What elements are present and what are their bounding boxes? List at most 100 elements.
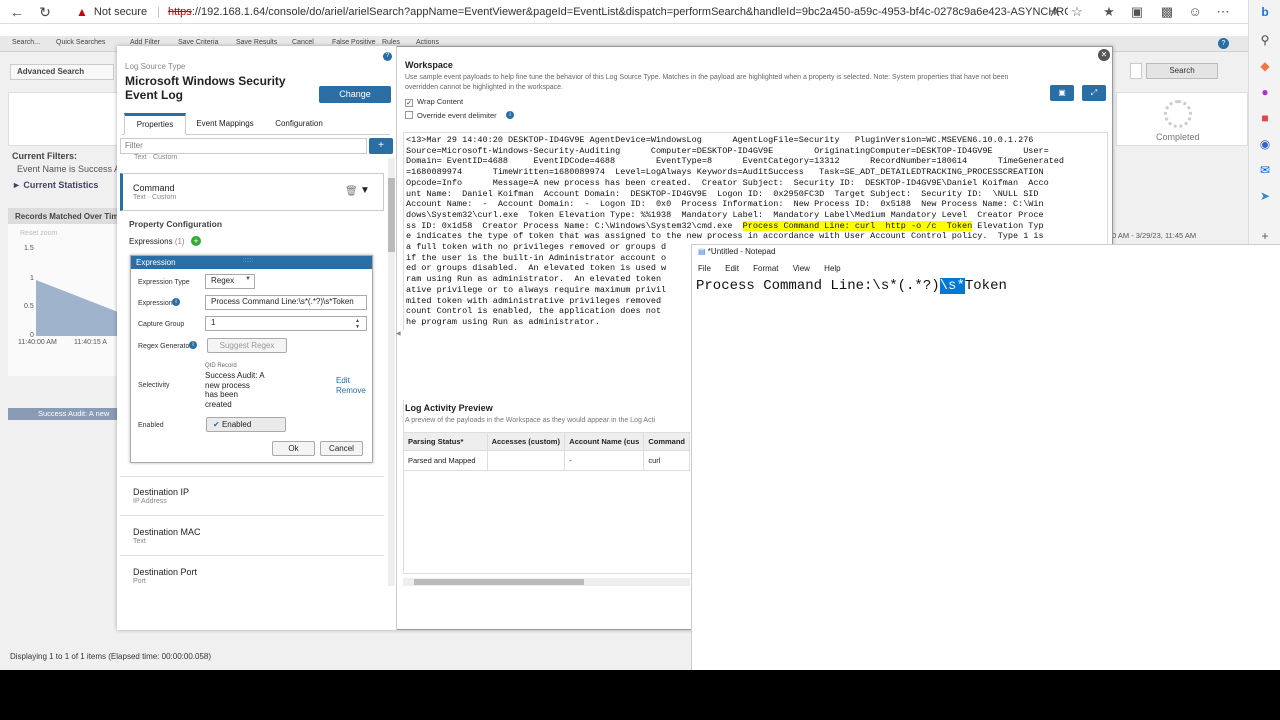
- table-cell: [486, 450, 566, 471]
- help-icon[interactable]: ?: [383, 52, 392, 61]
- favorites-icon[interactable]: ★: [1100, 3, 1118, 21]
- expand-icon[interactable]: ⤢: [1082, 85, 1106, 101]
- time-range[interactable]: 0 AM - 3/29/23, 11:45 AM: [1112, 231, 1196, 240]
- bing-icon[interactable]: b: [1257, 4, 1273, 20]
- table-cell: Parsed and Mapped: [403, 450, 488, 471]
- tab-configuration[interactable]: Configuration: [266, 113, 332, 135]
- property-name[interactable]: Destination IP: [133, 487, 189, 497]
- table-row[interactable]: Parsed and Mapped - curl: [403, 450, 690, 471]
- toolbar-item-cancel[interactable]: Cancel: [292, 39, 314, 46]
- collections-icon[interactable]: ▣: [1128, 3, 1146, 21]
- menu-file[interactable]: File: [698, 264, 711, 273]
- log-source-type-name: Microsoft Windows Security Event Log: [125, 74, 286, 102]
- notepad-title-text: *Untitled - Notepad: [707, 247, 776, 256]
- drag-handle[interactable]: ::::::: [243, 258, 253, 264]
- payload-bottom-mask: [402, 390, 691, 400]
- help-icon[interactable]: ?: [1218, 38, 1229, 49]
- menu-format[interactable]: Format: [753, 264, 778, 273]
- change-button[interactable]: Change: [319, 86, 391, 103]
- workspace-description: Use sample event payloads to help fine t…: [405, 74, 1009, 91]
- toolbar-item-search[interactable]: Search...: [12, 39, 40, 46]
- search-icon[interactable]: ⚲: [1257, 32, 1273, 48]
- extension-icon[interactable]: ▩: [1158, 3, 1176, 21]
- notepad-selection: \s*: [939, 278, 965, 294]
- current-statistics-toggle[interactable]: ► Current Statistics: [12, 180, 98, 190]
- profile-icon[interactable]: ☺: [1186, 3, 1204, 21]
- edit-link[interactable]: Edit: [336, 376, 350, 385]
- payload-highlight: Process Command Line: curl http -o /c To…: [742, 220, 973, 231]
- url-field[interactable]: ▲ Not secure | https ://192.168.1.64/con…: [68, 2, 1068, 22]
- column-header[interactable]: Command: [643, 432, 690, 451]
- menu-edit[interactable]: Edit: [725, 264, 739, 273]
- menu-view[interactable]: View: [793, 264, 810, 273]
- refresh-icon[interactable]: ↻: [36, 3, 54, 21]
- warning-icon: ▲: [76, 5, 88, 19]
- tab-event-mappings[interactable]: Event Mappings: [190, 113, 260, 135]
- url-text: ://192.168.1.64/console/do/ariel/arielSe…: [191, 6, 1068, 18]
- payload-scrollbar-thumb[interactable]: [414, 579, 584, 585]
- suggest-regex-button[interactable]: Suggest Regex: [207, 338, 287, 353]
- notepad-text-area[interactable]: Process Command Line:\s*(.*?)\s*Token: [696, 278, 1007, 294]
- expression-input[interactable]: Process Command Line:\s*(.*?)\s*Token: [205, 295, 367, 310]
- office-icon[interactable]: ◉: [1257, 136, 1273, 152]
- more-icon[interactable]: ⋯: [1214, 3, 1232, 21]
- property-subtitle: Text · Custom: [134, 154, 178, 161]
- toolbar-item-actions[interactable]: Actions: [416, 39, 439, 46]
- menu-help[interactable]: Help: [824, 264, 840, 273]
- favorite-add-icon[interactable]: ☆: [1068, 3, 1086, 21]
- shopping-icon[interactable]: ◆: [1257, 58, 1273, 74]
- splitter-icon[interactable]: ◀: [396, 330, 401, 337]
- table-cell: curl: [643, 450, 690, 471]
- stepper-icon[interactable]: ▲ ▼: [355, 318, 360, 330]
- log-activity-preview-table: Parsing Status* Accesses (custom) Accoun…: [403, 432, 690, 471]
- close-icon[interactable]: ✕: [1098, 49, 1110, 61]
- search-field-edge[interactable]: [1130, 63, 1142, 79]
- column-header[interactable]: Parsing Status*: [403, 432, 488, 451]
- y-tick: 0.5: [24, 303, 34, 310]
- toolbar-item-save-criteria[interactable]: Save Criteria: [178, 39, 218, 46]
- column-header[interactable]: Accesses (custom): [486, 432, 566, 451]
- toolbar-item-rules[interactable]: Rules: [382, 39, 400, 46]
- info-icon[interactable]: i: [506, 111, 514, 119]
- games-icon[interactable]: ■: [1257, 110, 1273, 126]
- cancel-button[interactable]: Cancel: [320, 441, 363, 456]
- outlook-icon[interactable]: ✉: [1257, 162, 1273, 178]
- reset-zoom-link[interactable]: Reset zoom: [20, 230, 57, 237]
- tools-icon[interactable]: ●: [1257, 84, 1273, 100]
- toolbar-item-save-results[interactable]: Save Results: [236, 39, 277, 46]
- properties-scrollbar-thumb[interactable]: [388, 178, 395, 252]
- info-icon[interactable]: i: [172, 298, 180, 306]
- toolbar-item-quick-searches[interactable]: Quick Searches: [56, 39, 105, 46]
- advanced-search-dropdown[interactable]: Advanced Search: [10, 64, 114, 80]
- tab-properties[interactable]: Properties: [124, 113, 186, 135]
- add-expression-icon[interactable]: +: [191, 236, 201, 246]
- ok-button[interactable]: Ok: [272, 441, 315, 456]
- chevron-down-icon[interactable]: ▼: [360, 185, 370, 196]
- send-icon[interactable]: ➤: [1257, 188, 1273, 204]
- capture-group-input[interactable]: 1: [205, 316, 367, 331]
- back-icon[interactable]: ←: [8, 3, 26, 21]
- column-header[interactable]: Account Name (cus: [564, 432, 645, 451]
- filter-input[interactable]: Filter: [120, 138, 367, 154]
- property-tabs: Properties Event Mappings Configuration: [122, 113, 390, 135]
- toolbar-item-add-filter[interactable]: Add Filter: [130, 39, 160, 46]
- expressions-label: Expressions (1): [129, 237, 185, 246]
- remove-link[interactable]: Remove: [336, 386, 366, 395]
- search-panel: [8, 92, 118, 146]
- info-icon[interactable]: i: [189, 341, 197, 349]
- property-name[interactable]: Destination Port: [133, 567, 197, 577]
- search-button[interactable]: Search: [1146, 63, 1218, 79]
- enabled-toggle[interactable]: ✔ Enabled: [206, 417, 286, 432]
- lock-icon[interactable]: ▣: [1050, 85, 1074, 101]
- trash-icon[interactable]: 🗑: [345, 186, 358, 197]
- taskbar: [0, 670, 1280, 720]
- wrap-content-checkbox[interactable]: ✓ Wrap Content: [405, 97, 463, 107]
- read-aloud-icon[interactable]: A: [1046, 3, 1064, 21]
- enabled-toggle-label: Enabled: [221, 420, 252, 429]
- override-delimiter-checkbox[interactable]: Override event delimiter: [405, 111, 497, 120]
- add-property-button[interactable]: +: [369, 138, 393, 154]
- filter-item[interactable]: Event Name is Success A: [17, 164, 120, 174]
- add-icon[interactable]: +: [1257, 228, 1273, 244]
- property-name[interactable]: Destination MAC: [133, 527, 201, 537]
- toolbar-item-false-positive[interactable]: False Positive: [332, 39, 376, 46]
